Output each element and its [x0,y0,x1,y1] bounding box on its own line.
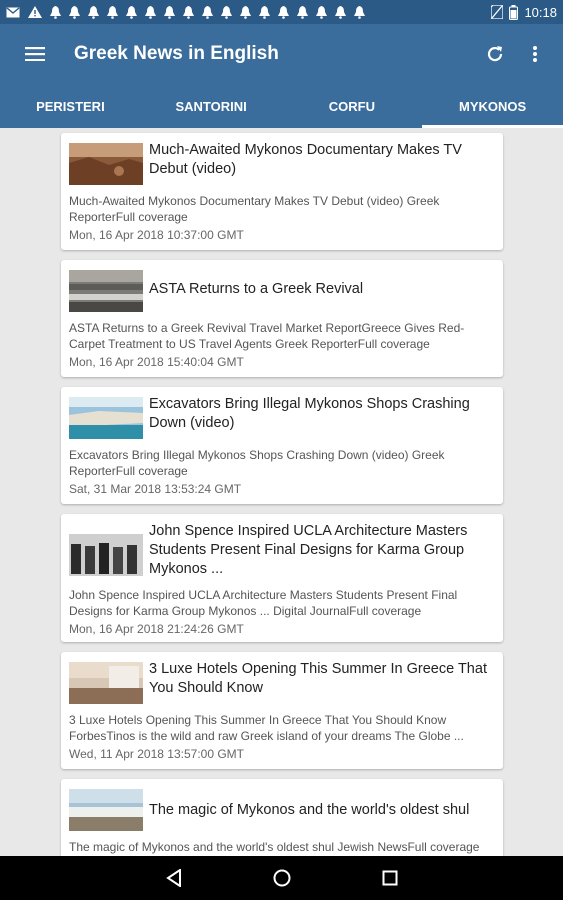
news-headline[interactable]: The magic of Mykonos and the world's old… [143,787,469,820]
bell-icon [278,5,289,19]
thumbnail-image [69,534,143,576]
news-card[interactable]: John Spence Inspired UCLA Architecture M… [61,514,503,642]
bell-icon [183,5,194,19]
news-date: Mon, 16 Apr 2018 10:37:00 GMT [69,228,244,242]
news-summary: ASTA Returns to a Greek Revival Travel M… [69,321,465,351]
bell-icon [88,5,99,19]
bell-icon [164,5,175,19]
news-summary: Excavators Bring Illegal Mykonos Shops C… [69,448,445,478]
news-card[interactable]: Excavators Bring Illegal Mykonos Shops C… [61,387,503,504]
thumbnail-image [69,397,143,439]
bell-icon [240,5,251,19]
news-card[interactable]: Much-Awaited Mykonos Documentary Makes T… [61,133,503,250]
tab-mykonos[interactable]: MYKONOS [422,84,563,128]
news-feed[interactable]: Much-Awaited Mykonos Documentary Makes T… [0,128,563,856]
news-date: Mon, 16 Apr 2018 15:40:04 GMT [69,355,244,369]
bell-icon [202,5,213,19]
news-headline[interactable]: John Spence Inspired UCLA Architecture M… [143,522,495,579]
home-icon[interactable] [273,869,291,887]
tab-bar: PERISTERI SANTORINI CORFU MYKONOS [0,84,563,128]
menu-button[interactable] [0,24,70,84]
warning-icon [28,6,42,18]
recents-icon[interactable] [382,870,398,886]
back-icon[interactable] [165,869,182,887]
news-summary: Much-Awaited Mykonos Documentary Makes T… [69,194,440,224]
no-sim-icon [491,5,504,19]
news-summary: The magic of Mykonos and the world's old… [69,840,480,854]
news-card[interactable]: 3 Luxe Hotels Opening This Summer In Gre… [61,652,503,769]
news-headline[interactable]: Much-Awaited Mykonos Documentary Makes T… [143,141,495,179]
bell-icon [259,5,270,19]
bell-icon [316,5,327,19]
battery-icon [509,4,519,20]
more-vert-icon [533,46,537,62]
tab-peristeri[interactable]: PERISTERI [0,84,141,128]
app-bar: Greek News in English [0,24,563,84]
tab-corfu[interactable]: CORFU [282,84,423,128]
menu-icon [25,47,45,61]
news-date: Wed, 11 Apr 2018 13:57:00 GMT [69,747,244,761]
bell-icon [126,5,137,19]
refresh-icon [487,46,503,62]
notification-icons [6,5,491,19]
news-summary: 3 Luxe Hotels Opening This Summer In Gre… [69,713,464,743]
app-title: Greek News in English [74,43,279,64]
email-icon [6,6,20,17]
status-bar: 10:18 [0,0,563,24]
tab-santorini[interactable]: SANTORINI [141,84,282,128]
news-card[interactable]: The magic of Mykonos and the world's old… [61,779,503,856]
refresh-button[interactable] [475,24,515,84]
news-headline[interactable]: Excavators Bring Illegal Mykonos Shops C… [143,395,495,433]
thumbnail-image [69,789,143,831]
bell-icon [354,5,365,19]
thumbnail-image [69,143,143,185]
clock: 10:18 [524,4,557,20]
news-date: Sat, 31 Mar 2018 13:53:24 GMT [69,482,242,496]
news-date: Mon, 16 Apr 2018 21:24:26 GMT [69,622,244,636]
bell-icon [335,5,346,19]
bell-icon [107,5,118,19]
thumbnail-image [69,270,143,312]
navigation-bar [0,856,563,900]
more-options-button[interactable] [515,24,555,84]
bell-icon [297,5,308,19]
news-card[interactable]: ASTA Returns to a Greek Revival ASTA Ret… [61,260,503,377]
bell-icon [221,5,232,19]
news-headline[interactable]: ASTA Returns to a Greek Revival [143,268,363,299]
news-headline[interactable]: 3 Luxe Hotels Opening This Summer In Gre… [143,660,495,698]
news-summary: John Spence Inspired UCLA Architecture M… [69,588,458,618]
bell-icon [50,5,61,19]
bell-icon [145,5,156,19]
bell-icon [69,5,80,19]
thumbnail-image [69,662,143,704]
